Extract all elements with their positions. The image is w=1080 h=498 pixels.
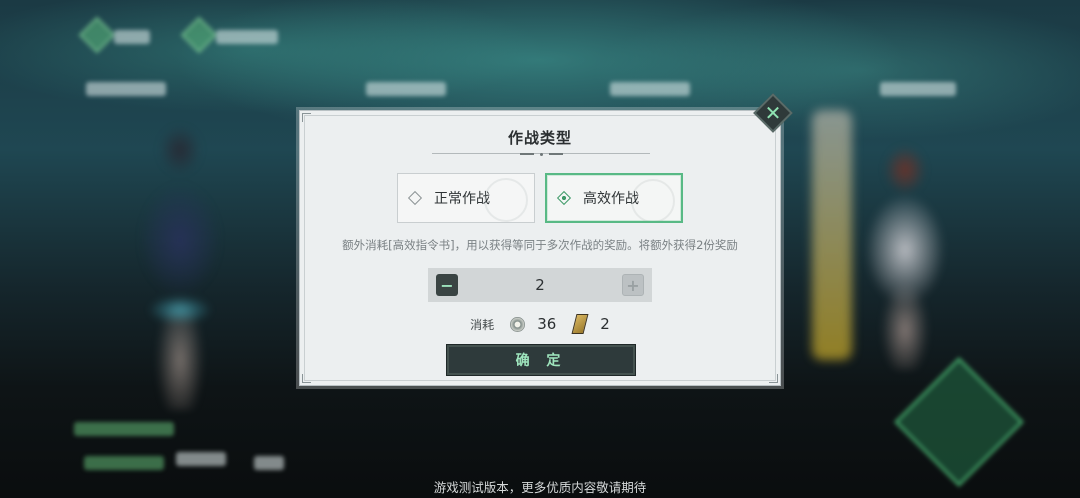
corner-ornament — [769, 374, 778, 383]
hud-diamond-icon — [78, 16, 116, 54]
character-left — [120, 120, 240, 410]
hud-chip — [84, 456, 164, 470]
hud-chip — [366, 82, 446, 96]
watermark-icon — [484, 178, 528, 222]
diamond-selected-icon — [556, 190, 572, 206]
ticket-amount: 2 — [600, 315, 610, 333]
hud-chip — [254, 456, 284, 470]
hud-chip — [216, 30, 278, 44]
watermark-icon — [631, 179, 675, 221]
coin-amount: 36 — [537, 315, 557, 333]
hud-chip — [880, 82, 956, 96]
footer-notice: 游戏测试版本，更多优质内容敬请期待 — [433, 480, 647, 495]
corner-ornament — [302, 374, 311, 383]
character-right — [845, 140, 965, 370]
title-ornament — [516, 150, 566, 158]
corner-ornament — [302, 113, 311, 122]
confirm-button[interactable]: 确 定 — [446, 344, 636, 376]
quantity-value: 2 — [535, 276, 545, 294]
plus-button[interactable]: + — [622, 274, 644, 296]
battle-type-dialog: 作战类型 正常作战 高效作战 额外消耗[高效指令书]，用以获得等同于多次作战的奖… — [299, 110, 781, 386]
dialog-title: 作战类型 — [507, 129, 572, 147]
cost-row: 消耗 36 2 — [300, 314, 780, 334]
hud-chip — [74, 422, 174, 436]
hud-diamond-icon — [180, 16, 218, 54]
diamond-unselected-icon — [407, 190, 423, 206]
hud-chip — [114, 30, 150, 44]
mode-normal-button[interactable]: 正常作战 — [397, 173, 535, 223]
minus-button[interactable]: − — [436, 274, 458, 296]
quantity-stepper: − 2 + — [428, 268, 652, 302]
mode-efficient-button[interactable]: 高效作战 — [545, 173, 683, 223]
hud-chip — [610, 82, 690, 96]
hud-chip — [176, 452, 226, 466]
hud-chip — [86, 82, 166, 96]
game-screen: 作战类型 正常作战 高效作战 额外消耗[高效指令书]，用以获得等同于多次作战的奖… — [0, 0, 1080, 498]
mode-normal-label: 正常作战 — [434, 191, 490, 207]
cost-label: 消耗 — [470, 317, 495, 332]
coin-icon — [510, 316, 526, 332]
start-diamond-icon — [893, 356, 1025, 488]
ticket-icon — [571, 314, 589, 334]
mode-description: 额外消耗[高效指令书]，用以获得等同于多次作战的奖励。将额外获得2份奖励 — [342, 238, 738, 252]
